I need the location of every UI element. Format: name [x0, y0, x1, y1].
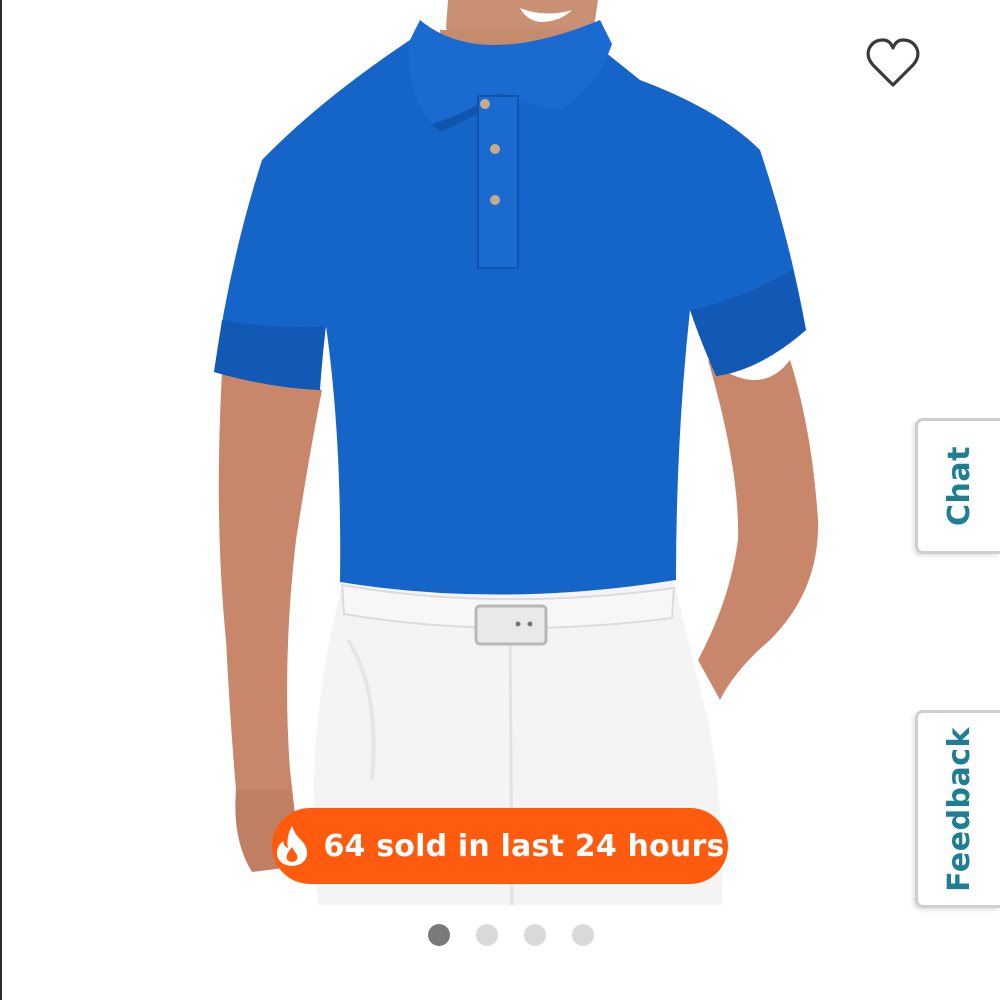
feedback-tab-label: Feedback	[941, 726, 977, 892]
product-photo-illustration	[214, 0, 819, 905]
sold-count-text: 64 sold in last 24 hours	[323, 828, 725, 864]
flame-icon	[275, 825, 309, 867]
feedback-tab[interactable]: Feedback	[915, 710, 1000, 908]
heart-outline-icon	[866, 38, 920, 87]
carousel-dot-4[interactable]	[572, 924, 594, 946]
favorite-button[interactable]	[862, 34, 924, 92]
product-image[interactable]	[0, 0, 1000, 905]
carousel-dots	[428, 924, 594, 946]
carousel-dot-3[interactable]	[524, 924, 546, 946]
chat-tab[interactable]: Chat	[915, 418, 1000, 554]
carousel-dot-1[interactable]	[428, 924, 450, 946]
carousel-dot-2[interactable]	[476, 924, 498, 946]
chat-tab-label: Chat	[941, 446, 977, 526]
sold-count-badge: 64 sold in last 24 hours	[272, 808, 728, 884]
